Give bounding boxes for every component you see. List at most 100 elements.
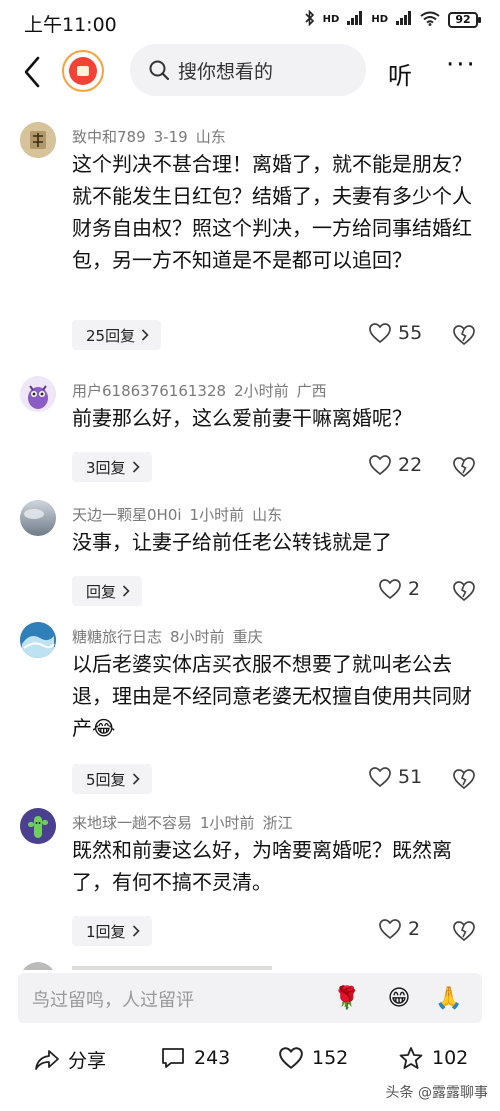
- like-button[interactable]: 51: [368, 766, 422, 788]
- more-button[interactable]: ···: [446, 50, 477, 80]
- dislike-button[interactable]: [452, 920, 476, 946]
- rose-emoji-button[interactable]: 🌹: [332, 983, 362, 1013]
- partial-meta-placeholder: [72, 966, 272, 970]
- dislike-button[interactable]: [452, 456, 476, 482]
- heart-icon: [279, 1047, 303, 1069]
- comment-username[interactable]: 天边一颗星0H0i: [72, 506, 182, 524]
- comment-username[interactable]: 来地球一趟不容易: [72, 814, 192, 832]
- search-box[interactable]: 搜你想看的: [130, 44, 366, 96]
- comment-text: 没事，让妻子给前任老公转钱就是了: [72, 530, 392, 554]
- reply-count-label: 5回复: [86, 770, 126, 789]
- comment-text: 这个判决不甚合理！离婚了，就不能是朋友？就不能发生日红包？结婚了，夫妻有多少个人…: [72, 152, 472, 272]
- comment-date: 8小时前: [170, 628, 225, 646]
- status-bar: 上午11:00 HD HD 92: [0, 0, 500, 44]
- comment-meta: 糖糖旅行日志 8小时前 重庆: [72, 626, 263, 647]
- top-bar: 搜你想看的 听 ···: [0, 44, 500, 100]
- comment-date: 1小时前: [200, 814, 255, 832]
- heart-icon: [369, 767, 391, 788]
- star-icon: [399, 1047, 423, 1069]
- avatar[interactable]: [20, 808, 56, 844]
- like-button[interactable]: 2: [378, 578, 420, 600]
- partial-comment-row: [20, 962, 480, 970]
- broken-heart-icon: [453, 921, 475, 942]
- bluetooth-icon: [305, 9, 315, 29]
- grin-emoji-button[interactable]: 😁: [384, 983, 414, 1013]
- chevron-left-icon: [24, 56, 40, 88]
- comments-button[interactable]: 243: [160, 1046, 230, 1070]
- comment-location: 广西: [296, 382, 327, 400]
- favorite-button[interactable]: 102: [398, 1046, 468, 1070]
- signal-icon-1: [347, 11, 363, 28]
- like-button[interactable]: 22: [368, 454, 422, 476]
- like-count: 51: [398, 766, 423, 788]
- chevron-right-icon: [142, 329, 149, 341]
- avatar[interactable]: [20, 122, 56, 158]
- chevron-right-icon: [122, 585, 130, 597]
- reply-count-label: 1回复: [86, 922, 126, 941]
- share-label: 分享: [68, 1050, 107, 1072]
- bottom-action-bar: 分享 243 152 102: [0, 1040, 500, 1080]
- signal-hd-label-2: HD: [371, 14, 388, 25]
- reply-count-button[interactable]: 25回复: [72, 320, 162, 350]
- chevron-right-icon: [132, 925, 140, 937]
- app-logo[interactable]: [62, 50, 104, 92]
- reply-count-button[interactable]: 回复: [72, 576, 143, 606]
- search-placeholder: 搜你想看的: [178, 60, 274, 83]
- like-post-button[interactable]: 152: [278, 1046, 348, 1070]
- signal-icon-2: [396, 11, 412, 28]
- reply-count-label: 3回复: [86, 458, 126, 477]
- listen-button[interactable]: 听: [388, 56, 412, 91]
- comment-username[interactable]: 用户6186376161328: [72, 382, 226, 400]
- favorites-count: 102: [432, 1047, 469, 1069]
- reply-count-button[interactable]: 5回复: [72, 764, 152, 794]
- heart-icon: [369, 455, 391, 476]
- comment-text: 以后老婆实体店买衣服不想要了就叫老公去退，理由是不经同意老婆无权擅自使用共同财产…: [72, 652, 472, 740]
- comments-count: 243: [194, 1047, 231, 1069]
- broken-heart-icon: [453, 581, 475, 602]
- avatar[interactable]: [20, 376, 56, 412]
- dislike-button[interactable]: [452, 324, 476, 350]
- avatar: [20, 962, 56, 970]
- share-button[interactable]: 分享: [34, 1046, 106, 1073]
- like-button[interactable]: 2: [378, 918, 420, 940]
- comment-location: 山东: [195, 128, 226, 146]
- comment-date: 3-19: [153, 128, 188, 146]
- reply-count-button[interactable]: 1回复: [72, 916, 152, 946]
- battery-indicator: 92: [448, 11, 481, 28]
- like-count: 2: [408, 918, 421, 940]
- dislike-button[interactable]: [452, 768, 476, 794]
- pray-emoji-button[interactable]: 🙏: [434, 983, 464, 1013]
- likes-count: 152: [312, 1047, 349, 1069]
- search-icon: [149, 60, 170, 81]
- status-icons: HD HD 92: [305, 9, 481, 29]
- heart-icon: [369, 323, 391, 344]
- broken-heart-icon: [453, 769, 475, 790]
- comment-text: 前妻那么好，这么爱前妻干嘛离婚呢？: [72, 406, 412, 430]
- like-count: 2: [408, 578, 421, 600]
- reply-count-button[interactable]: 3回复: [72, 452, 152, 482]
- comment-meta: 用户6186376161328 2小时前 广西: [72, 380, 327, 401]
- comment-meta: 致中和789 3-19 山东: [72, 126, 226, 147]
- chevron-right-icon: [132, 461, 140, 473]
- back-button[interactable]: [18, 52, 50, 92]
- avatar[interactable]: [20, 622, 56, 658]
- comment-date: 2小时前: [234, 382, 289, 400]
- comment-username[interactable]: 致中和789: [72, 128, 146, 146]
- comment-meta: 来地球一趟不容易 1小时前 浙江: [72, 812, 293, 833]
- comment-input[interactable]: 鸟过留鸣，人过留评 🌹 😁 🙏: [18, 973, 482, 1023]
- comment-location: 浙江: [262, 814, 293, 832]
- like-count: 55: [398, 322, 423, 344]
- broken-heart-icon: [453, 325, 475, 346]
- reply-count-label: 25回复: [86, 326, 136, 345]
- comment-input-placeholder: 鸟过留鸣，人过留评: [32, 990, 194, 1011]
- comment-meta: 天边一颗星0H0i 1小时前 山东: [72, 504, 282, 525]
- like-button[interactable]: 55: [368, 322, 422, 344]
- wifi-icon: [420, 11, 440, 29]
- heart-icon: [379, 919, 401, 940]
- dislike-button[interactable]: [452, 580, 476, 606]
- comment-location: 山东: [252, 506, 283, 524]
- comment-username[interactable]: 糖糖旅行日志: [72, 628, 162, 646]
- avatar[interactable]: [20, 500, 56, 536]
- watermark: 头条 @露露聊事: [385, 1085, 488, 1101]
- comment-date: 1小时前: [189, 506, 245, 524]
